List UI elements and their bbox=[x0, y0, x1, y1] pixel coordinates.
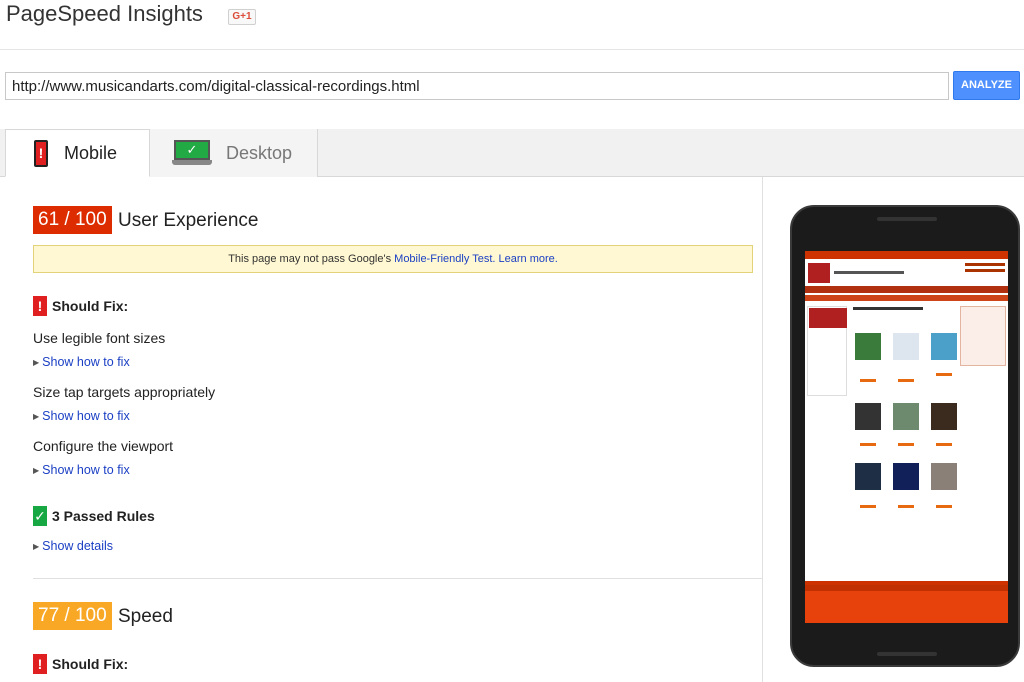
ux-should-fix-heading: ! Should Fix: bbox=[33, 296, 128, 316]
warning-icon: ! bbox=[33, 296, 47, 316]
page-screenshot bbox=[805, 251, 1008, 623]
url-input[interactable] bbox=[5, 72, 949, 100]
tab-desktop-label: Desktop bbox=[226, 142, 293, 163]
learn-more-link[interactable]: Learn more. bbox=[499, 253, 558, 265]
speed-should-fix-heading: ! Should Fix: bbox=[33, 654, 128, 674]
header-divider bbox=[0, 49, 1024, 50]
show-how-to-fix-link[interactable]: ▶ Show how to fix bbox=[33, 409, 130, 423]
should-fix-label: Should Fix: bbox=[52, 656, 129, 672]
passed-rules-heading: ✓ 3 Passed Rules bbox=[33, 506, 155, 526]
show-how-to-fix-link[interactable]: ▶ Show how to fix bbox=[33, 463, 130, 477]
analyze-button[interactable]: ANALYZE bbox=[953, 71, 1020, 100]
show-how-to-fix-link[interactable]: ▶ Show how to fix bbox=[33, 355, 130, 369]
expand-triangle-icon: ▶ bbox=[33, 358, 40, 367]
expand-triangle-icon: ▶ bbox=[33, 412, 40, 421]
rule-title: Size tap targets appropriately bbox=[33, 384, 216, 400]
warning-icon: ! bbox=[33, 654, 47, 674]
expand-triangle-icon: ▶ bbox=[33, 542, 40, 551]
tab-desktop[interactable]: ✓ Desktop bbox=[150, 129, 318, 177]
ux-section-title: User Experience bbox=[118, 210, 259, 231]
speed-score-badge: 77 / 100 bbox=[33, 602, 112, 630]
phone-speaker bbox=[877, 652, 937, 656]
desktop-monitor-icon: ✓ bbox=[172, 140, 212, 166]
speed-section-title: Speed bbox=[118, 606, 173, 627]
should-fix-label: Should Fix: bbox=[52, 298, 129, 314]
content-divider bbox=[762, 177, 763, 682]
mobile-preview-phone bbox=[790, 205, 1020, 667]
passed-rules-label: 3 Passed Rules bbox=[52, 508, 155, 524]
mobile-friendly-notice: This page may not pass Google's Mobile-F… bbox=[33, 245, 753, 273]
section-divider bbox=[33, 578, 762, 579]
tab-mobile-label: Mobile bbox=[64, 142, 118, 163]
rule-title: Use legible font sizes bbox=[33, 330, 166, 346]
notice-text: This page may not pass Google's bbox=[228, 253, 395, 265]
show-details-link[interactable]: ▶ Show details bbox=[33, 539, 113, 553]
google-plus-button[interactable]: G+1 bbox=[228, 9, 256, 25]
app-title: PageSpeed Insights bbox=[6, 1, 203, 26]
phone-speaker bbox=[877, 217, 937, 221]
expand-triangle-icon: ▶ bbox=[33, 466, 40, 475]
mobile-phone-icon: ! bbox=[34, 139, 48, 167]
rule-title: Configure the viewport bbox=[33, 438, 174, 454]
mobile-friendly-test-link[interactable]: Mobile-Friendly Test. bbox=[394, 253, 495, 265]
tab-mobile[interactable]: ! Mobile bbox=[5, 129, 150, 177]
tab-bar: ! Mobile ✓ Desktop bbox=[0, 129, 1024, 177]
ux-score-badge: 61 / 100 bbox=[33, 206, 112, 234]
checkmark-icon: ✓ bbox=[33, 506, 47, 526]
